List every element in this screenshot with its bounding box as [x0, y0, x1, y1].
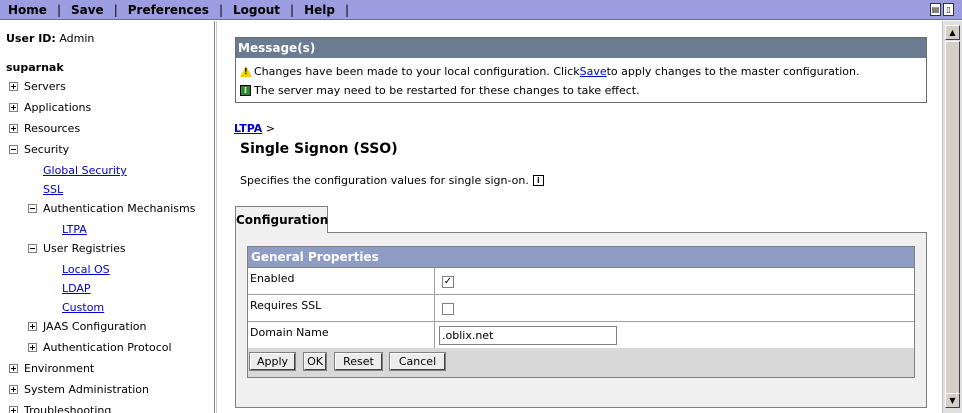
breadcrumb-separator: > — [265, 122, 275, 135]
apply-button[interactable]: Apply — [249, 352, 296, 371]
info-text: The server may need to be restarted for … — [254, 84, 640, 97]
domain-name-value-cell: .oblix.net — [434, 322, 915, 348]
tree-item-system-admin[interactable]: System Administration — [9, 383, 149, 396]
nav-separator: | — [290, 3, 295, 17]
enabled-value-cell: ✓ — [434, 268, 915, 294]
collapse-icon[interactable] — [28, 204, 37, 213]
tree-item-troubleshooting[interactable]: Troubleshooting — [9, 404, 111, 413]
property-row-requires-ssl: Requires SSL — [248, 295, 914, 322]
scroll-down-icon[interactable]: ▼ — [945, 393, 960, 408]
messages-title: Message(s) — [236, 38, 926, 58]
page-description: Specifies the configuration values for s… — [240, 174, 544, 187]
user-id: User ID: Admin — [6, 32, 95, 45]
node-name: suparnak — [6, 61, 64, 74]
page-title: Single Signon (SSO) — [240, 141, 398, 157]
frame-splitter[interactable] — [214, 21, 217, 413]
messages-box: Message(s) Changes have been made to you… — [235, 37, 927, 103]
collapse-icon[interactable] — [28, 244, 37, 253]
tree-link-custom[interactable]: Custom — [62, 301, 104, 314]
tree-item-auth-mechanisms[interactable]: Authentication Mechanisms — [28, 202, 195, 215]
property-row-enabled: Enabled ✓ — [248, 268, 914, 295]
expand-icon[interactable] — [9, 406, 18, 413]
logout-link[interactable]: Logout — [231, 3, 282, 17]
general-properties-table: General Properties Enabled ✓ Requires SS… — [247, 246, 915, 378]
nav-separator: | — [344, 3, 349, 17]
warning-text-2: to apply changes to the master configura… — [606, 65, 860, 78]
window-icons: ▤ ▯ — [930, 3, 954, 16]
tree-link-local-os[interactable]: Local OS — [62, 263, 110, 276]
warning-text-1: Changes have been made to your local con… — [254, 65, 580, 78]
reset-button[interactable]: Reset — [334, 352, 383, 371]
page-icon[interactable]: ▤ — [930, 3, 941, 16]
tab-configuration[interactable]: Configuration — [235, 206, 328, 233]
help-link[interactable]: Help — [302, 3, 337, 17]
vertical-scrollbar[interactable]: ▲ ▼ — [942, 21, 962, 413]
document-icon[interactable]: ▯ — [943, 3, 954, 16]
expand-icon[interactable] — [9, 103, 18, 112]
tree-item-auth-protocol[interactable]: Authentication Protocol — [28, 341, 172, 354]
preferences-link[interactable]: Preferences — [126, 3, 211, 17]
warning-icon — [240, 66, 252, 77]
nav-separator: | — [218, 3, 223, 17]
nav-separator: | — [113, 3, 118, 17]
expand-icon[interactable] — [28, 343, 37, 352]
breadcrumb-ltpa-link[interactable]: LTPA — [234, 122, 262, 135]
property-row-domain-name: Domain Name .oblix.net — [248, 322, 914, 349]
breadcrumb: LTPA > — [234, 122, 275, 135]
help-info-icon[interactable]: i — [532, 175, 544, 186]
tree-item-user-registries[interactable]: User Registries — [28, 242, 126, 255]
warning-message: Changes have been made to your local con… — [240, 65, 859, 78]
domain-name-label: Domain Name — [250, 326, 329, 339]
expand-icon[interactable] — [9, 124, 18, 133]
navigation-tree: User ID: Admin suparnak Servers Applicat… — [0, 21, 214, 413]
requires-ssl-label: Requires SSL — [250, 299, 322, 312]
form-button-bar: Apply OK Reset Cancel — [248, 348, 914, 377]
tree-item-servers[interactable]: Servers — [9, 80, 66, 93]
expand-icon[interactable] — [9, 364, 18, 373]
enabled-label: Enabled — [250, 272, 295, 285]
ok-button[interactable]: OK — [303, 352, 327, 371]
content-pane: Message(s) Changes have been made to you… — [218, 21, 944, 413]
tree-link-global-security[interactable]: Global Security — [43, 164, 127, 177]
tree-item-resources[interactable]: Resources — [9, 122, 80, 135]
info-message: i The server may need to be restarted fo… — [240, 84, 640, 97]
tree-item-jaas[interactable]: JAAS Configuration — [28, 320, 147, 333]
general-properties-header: General Properties — [248, 247, 914, 268]
tree-link-ldap[interactable]: LDAP — [62, 282, 91, 295]
configuration-panel: General Properties Enabled ✓ Requires SS… — [235, 232, 927, 408]
save-link[interactable]: Save — [69, 3, 106, 17]
tree-link-ltpa[interactable]: LTPA — [62, 223, 87, 236]
cancel-button[interactable]: Cancel — [389, 352, 446, 371]
tree-item-security[interactable]: Security — [9, 143, 69, 156]
collapse-icon[interactable] — [9, 145, 18, 154]
save-message-link[interactable]: Save — [580, 65, 607, 78]
expand-icon[interactable] — [9, 385, 18, 394]
top-nav-bar: Home | Save | Preferences | Logout | Hel… — [0, 0, 962, 20]
requires-ssl-checkbox[interactable] — [442, 303, 454, 315]
user-id-value: Admin — [59, 32, 95, 45]
requires-ssl-value-cell — [434, 295, 915, 321]
nav-separator: | — [56, 3, 61, 17]
top-nav: Home | Save | Preferences | Logout | Hel… — [0, 0, 357, 20]
info-icon: i — [240, 85, 251, 96]
expand-icon[interactable] — [9, 82, 18, 91]
home-link[interactable]: Home — [6, 3, 49, 17]
tree-item-applications[interactable]: Applications — [9, 101, 91, 114]
tree-item-environment[interactable]: Environment — [9, 362, 94, 375]
scroll-thumb[interactable] — [945, 41, 960, 403]
tree-link-ssl[interactable]: SSL — [43, 183, 63, 196]
description-text: Specifies the configuration values for s… — [240, 174, 529, 187]
scroll-up-icon[interactable]: ▲ — [945, 25, 960, 40]
enabled-checkbox[interactable]: ✓ — [442, 276, 454, 288]
domain-name-input[interactable]: .oblix.net — [439, 326, 617, 345]
expand-icon[interactable] — [28, 322, 37, 331]
